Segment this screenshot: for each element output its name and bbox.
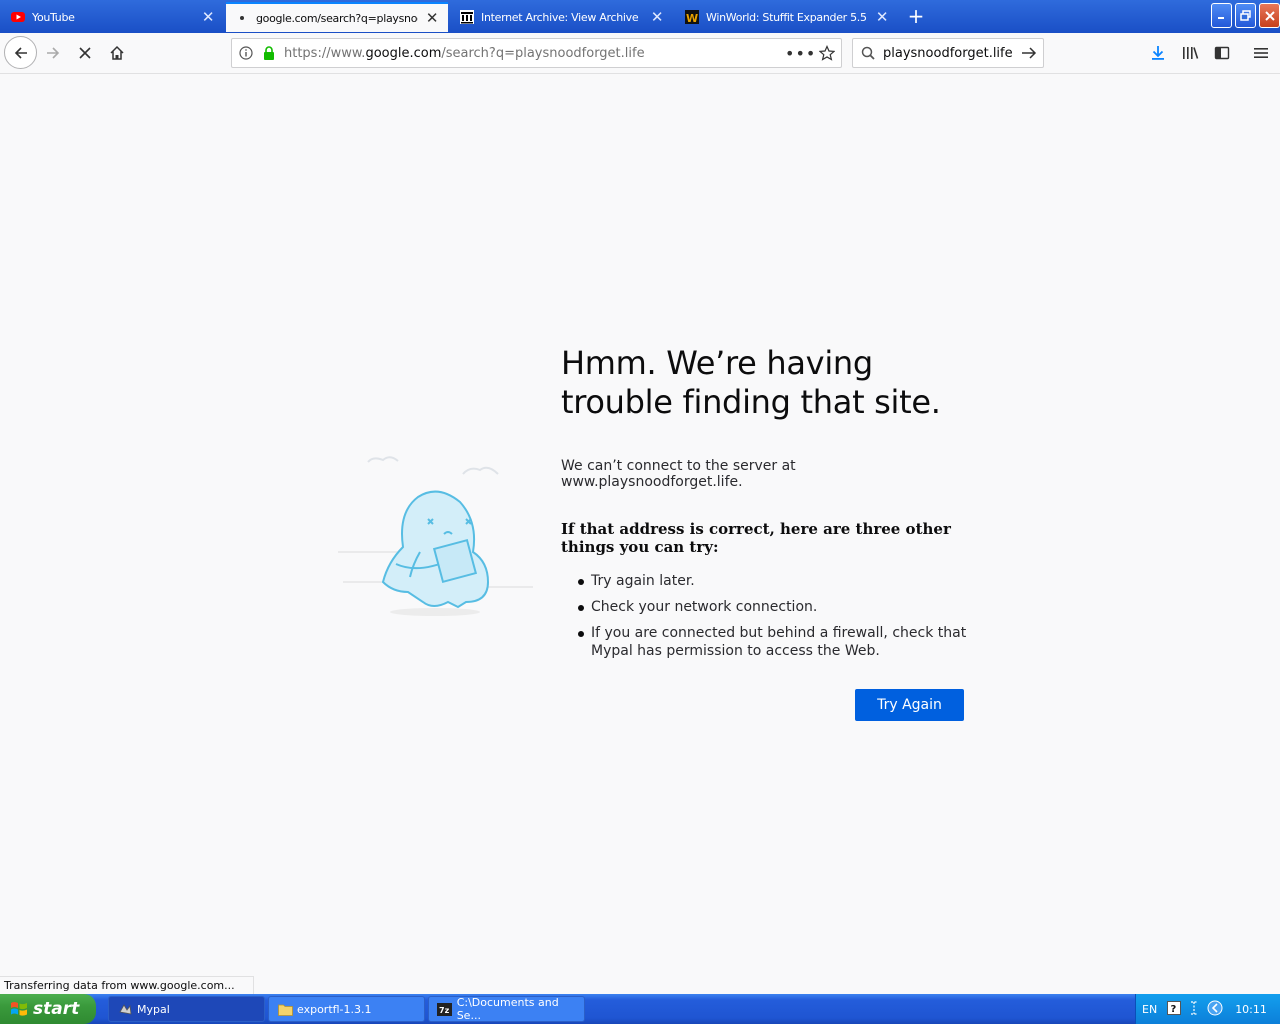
library-button[interactable] [1174, 37, 1206, 69]
arrow-right-icon [47, 47, 60, 59]
task-label: C:\Documents and Se... [456, 996, 559, 1022]
minimize-icon [1218, 17, 1224, 19]
svg-text:?: ? [1171, 1004, 1177, 1015]
tab-google-search[interactable]: google.com/search?q=playsnoodf ✕ [226, 2, 448, 32]
error-illustration [338, 452, 538, 626]
download-icon [1152, 46, 1164, 60]
close-icon[interactable]: ✕ [649, 8, 665, 26]
window-close-button[interactable] [1259, 3, 1280, 28]
tab-label: YouTube [32, 10, 75, 24]
error-subtitle: If that address is correct, here are thr… [561, 520, 951, 556]
back-button[interactable] [4, 36, 37, 69]
tips-list: Try again later. Check your network conn… [561, 572, 971, 660]
help-icon[interactable]: ? [1167, 1000, 1182, 1018]
list-item: Try again later. [561, 572, 971, 590]
search-icon [853, 46, 883, 60]
close-icon[interactable]: ✕ [424, 9, 440, 27]
loading-dot-icon [234, 10, 250, 26]
home-icon [110, 45, 124, 60]
network-icon[interactable] [1189, 1000, 1199, 1019]
taskbar-item-mypal[interactable]: Mypal [108, 996, 265, 1022]
list-item: If you are connected but behind a firewa… [561, 624, 971, 660]
task-label: Mypal [137, 1002, 170, 1016]
address-bar[interactable]: https://www.google.com/search?q=playsnoo… [231, 38, 842, 68]
window-controls [1211, 3, 1280, 28]
clock[interactable]: 10:11 [1235, 1003, 1267, 1016]
tab-label: WinWorld: Stuffit Expander 5.5 ( [706, 10, 868, 24]
status-text: Transferring data from www.google.com... [0, 976, 254, 994]
close-icon[interactable]: ✕ [874, 8, 890, 26]
sidebar-icon [1214, 46, 1230, 60]
library-icon [1183, 47, 1199, 59]
close-icon [1264, 10, 1275, 21]
arrow-right-icon [1022, 47, 1037, 59]
tab-internet-archive[interactable]: Internet Archive: View Archive ✕ [451, 2, 673, 32]
error-description: We can’t connect to the server at www.pl… [561, 458, 796, 490]
tab-youtube[interactable]: YouTube ✕ [2, 2, 224, 32]
search-input[interactable]: playsnoodforget.life [883, 46, 1015, 61]
tab-label: google.com/search?q=playsnoodf [256, 11, 418, 25]
svg-text:W: W [686, 12, 698, 24]
url-domain: google.com [365, 45, 442, 61]
lock-icon[interactable] [260, 46, 278, 60]
page-actions-button[interactable]: ••• [785, 44, 815, 63]
search-go-button[interactable] [1015, 45, 1043, 61]
downloads-button[interactable] [1142, 37, 1174, 69]
start-label: start [33, 999, 80, 1019]
menu-button[interactable] [1245, 37, 1277, 69]
svg-text:7z: 7z [439, 1006, 450, 1015]
home-button[interactable] [101, 37, 133, 69]
navigation-toolbar: https://www.google.com/search?q=playsnoo… [0, 33, 1280, 74]
search-bar[interactable]: playsnoodforget.life [852, 38, 1044, 68]
info-icon[interactable] [232, 46, 260, 60]
url-prefix: https://www. [284, 45, 366, 61]
try-again-button[interactable]: Try Again [855, 689, 964, 721]
forward-button[interactable] [37, 37, 69, 69]
7zip-icon: 7z [437, 1001, 453, 1017]
winworld-icon: W [684, 9, 700, 25]
stop-icon [79, 47, 91, 59]
url-text: https://www.google.com/search?q=playsnoo… [278, 46, 785, 61]
close-icon[interactable]: ✕ [200, 8, 216, 26]
youtube-icon [10, 9, 26, 25]
restore-button[interactable] [1235, 3, 1256, 28]
system-tray: EN ? 10:11 [1135, 994, 1280, 1024]
tab-label: Internet Archive: View Archive [481, 10, 639, 24]
tab-strip: YouTube ✕ google.com/search?q=playsnoodf… [0, 0, 1280, 33]
language-indicator[interactable]: EN [1142, 1003, 1157, 1016]
sidebar-button[interactable] [1206, 37, 1238, 69]
minimize-button[interactable] [1211, 3, 1232, 28]
archive-icon [459, 9, 475, 25]
taskbar-item-7zip[interactable]: 7z C:\Documents and Se... [428, 996, 585, 1022]
error-message: Hmm. We’re having trouble finding that s… [561, 344, 971, 668]
mypal-icon [117, 1001, 133, 1017]
tray-expand-icon[interactable] [1207, 1000, 1223, 1019]
tab-winworld[interactable]: W WinWorld: Stuffit Expander 5.5 ( ✕ [676, 2, 898, 32]
url-path: /search?q=playsnoodforget.life [441, 45, 645, 61]
hamburger-icon [1254, 48, 1268, 58]
stop-button[interactable] [69, 37, 101, 69]
error-title: Hmm. We’re having trouble finding that s… [561, 344, 941, 421]
new-tab-button[interactable]: + [905, 5, 927, 27]
start-button[interactable]: start [0, 994, 96, 1024]
bookmark-star-icon[interactable] [813, 45, 841, 61]
taskbar: start Mypal exportfl-1.3.1 7z C:\Documen… [0, 994, 1280, 1024]
folder-icon [277, 1001, 293, 1017]
list-item: Check your network connection. [561, 598, 971, 616]
page-content: Hmm. We’re having trouble finding that s… [0, 74, 1280, 994]
arrow-left-icon [14, 46, 27, 59]
taskbar-item-folder[interactable]: exportfl-1.3.1 [268, 996, 425, 1022]
restore-icon [1240, 10, 1251, 21]
task-label: exportfl-1.3.1 [297, 1002, 372, 1016]
windows-flag-icon [11, 1002, 27, 1016]
